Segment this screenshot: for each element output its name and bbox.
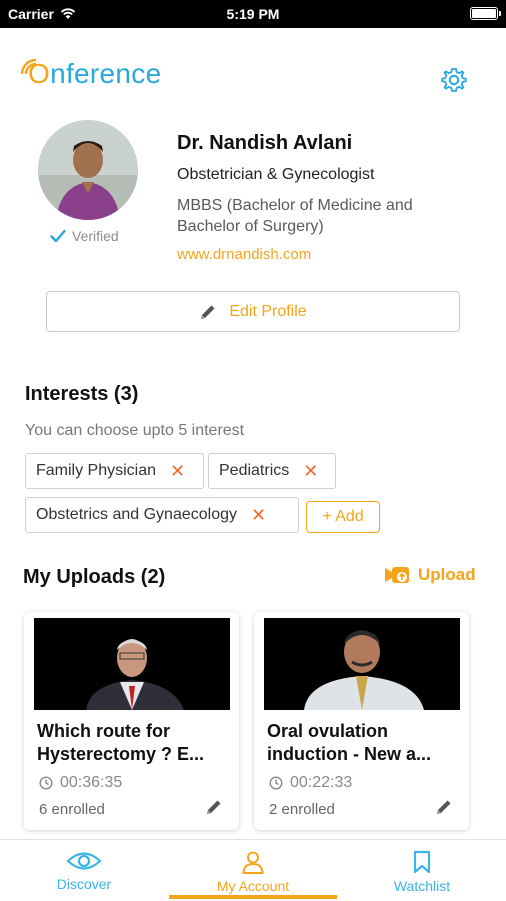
avatar-photo	[38, 120, 138, 220]
edit-video-pencil-icon[interactable]	[205, 798, 223, 816]
video-thumbnail	[264, 618, 460, 710]
edit-video-pencil-icon[interactable]	[435, 798, 453, 816]
upload-card[interactable]: Which route for Hysterectomy ? E... 00:3…	[24, 612, 239, 830]
clock: 5:19 PM	[226, 6, 280, 22]
tab-discover[interactable]: Discover	[0, 840, 168, 901]
upload-button[interactable]: Upload	[384, 564, 476, 586]
video-duration: 00:36:35	[39, 774, 122, 792]
edit-profile-label: Edit Profile	[229, 302, 307, 320]
bottom-tab-bar: Discover My Account Watchlist	[0, 839, 506, 900]
interest-chip-label: Obstetrics and Gynaecology	[36, 506, 237, 523]
doctor-name: Dr. Nandish Avlani	[177, 132, 353, 154]
battery-icon	[470, 7, 501, 20]
tab-label: Discover	[56, 876, 112, 892]
video-thumbnail	[34, 618, 230, 710]
tab-label: My Account	[216, 878, 290, 894]
user-icon	[242, 851, 264, 874]
app-logo: Onference	[20, 56, 161, 92]
remove-interest-icon[interactable]: ✕	[251, 505, 266, 526]
video-title: Oral ovulation induction - New a...	[267, 721, 432, 764]
duration-label: 00:22:33	[290, 774, 353, 791]
verified-label: Verified	[72, 228, 119, 244]
add-interest-button[interactable]: + Add	[306, 501, 380, 533]
video-title: Which route for Hysterectomy ? E...	[37, 721, 205, 764]
enrolled-count: 6 enrolled	[39, 801, 105, 818]
eye-icon	[66, 852, 102, 870]
active-tab-indicator	[169, 895, 337, 899]
uploads-heading: My Uploads (2)	[23, 566, 166, 588]
enrolled-count: 2 enrolled	[269, 801, 335, 818]
doctor-website-link[interactable]: www.drnandish.com	[177, 246, 311, 263]
doctor-specialty: Obstetrician & Gynecologist	[177, 166, 375, 183]
remove-interest-icon[interactable]: ✕	[303, 461, 318, 482]
interest-chip-label: Pediatrics	[219, 462, 290, 479]
interests-hint: You can choose upto 5 interest	[25, 422, 245, 439]
interest-chip-label: Family Physician	[36, 462, 157, 479]
remove-interest-icon[interactable]: ✕	[170, 461, 185, 482]
tab-my-account[interactable]: My Account	[169, 840, 337, 901]
tab-watchlist[interactable]: Watchlist	[338, 840, 506, 901]
interest-chip-family-physician: Family Physician ✕	[25, 453, 204, 489]
bookmark-icon	[413, 850, 431, 874]
video-camera-upload-icon	[385, 567, 409, 583]
upload-label: Upload	[418, 565, 476, 584]
interests-heading: Interests (3)	[25, 383, 139, 405]
video-duration: 00:22:33	[269, 774, 352, 792]
duration-label: 00:36:35	[60, 774, 123, 791]
verified-badge: Verified	[50, 228, 119, 244]
check-icon	[50, 229, 66, 243]
interest-chip-pediatrics: Pediatrics ✕	[208, 453, 336, 489]
pencil-icon	[201, 305, 215, 319]
settings-gear-icon[interactable]	[440, 66, 468, 94]
upload-card[interactable]: Oral ovulation induction - New a... 00:2…	[254, 612, 469, 830]
tab-label: Watchlist	[393, 878, 451, 894]
edit-profile-button[interactable]: Edit Profile	[46, 291, 460, 332]
profile-avatar[interactable]	[38, 120, 138, 220]
doctor-degree: MBBS (Bachelor of Medicine and Bachelor …	[177, 197, 413, 235]
logo-text: Onference	[28, 58, 162, 89]
clock-icon	[269, 776, 283, 790]
status-bar: Carrier 5:19 PM	[0, 0, 506, 28]
interest-chip-obstetrics: Obstetrics and Gynaecology ✕	[25, 497, 299, 533]
clock-icon	[39, 776, 53, 790]
